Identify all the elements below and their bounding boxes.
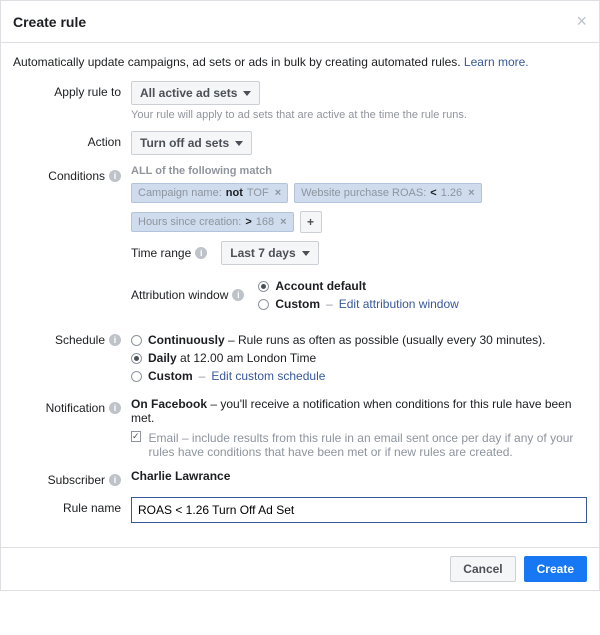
- schedule-option-custom[interactable]: Custom – Edit custom schedule: [131, 369, 587, 383]
- edit-attribution-link[interactable]: Edit attribution window: [339, 297, 459, 311]
- radio-icon: [258, 281, 269, 292]
- caret-down-icon: [302, 251, 310, 256]
- condition-chips: Campaign name: not TOF × Website purchas…: [131, 183, 587, 203]
- email-checkbox[interactable]: ✓: [131, 431, 141, 442]
- attribution-option-custom[interactable]: Custom – Edit attribution window: [258, 297, 458, 311]
- action-row: Action Turn off ad sets: [13, 131, 587, 155]
- info-icon[interactable]: i: [109, 474, 121, 486]
- add-condition-button[interactable]: +: [300, 211, 322, 233]
- rule-name-row: Rule name: [13, 497, 587, 523]
- notification-facebook: On Facebook – you'll receive a notificat…: [131, 397, 587, 425]
- notification-label: Notification i: [13, 397, 131, 415]
- dialog-body: Automatically update campaigns, ad sets …: [1, 43, 599, 547]
- intro-text: Automatically update campaigns, ad sets …: [13, 55, 587, 69]
- conditions-row: Conditions i ALL of the following match …: [13, 165, 587, 319]
- notification-row: Notification i On Facebook – you'll rece…: [13, 397, 587, 459]
- action-dropdown[interactable]: Turn off ad sets: [131, 131, 252, 155]
- apply-rule-row: Apply rule to All active ad sets Your ru…: [13, 81, 587, 121]
- condition-chip[interactable]: Campaign name: not TOF ×: [131, 183, 288, 203]
- cancel-button[interactable]: Cancel: [450, 556, 515, 582]
- time-range-row: Time range i Last 7 days: [131, 241, 587, 265]
- schedule-option-continuous[interactable]: Continuously – Rule runs as often as pos…: [131, 333, 587, 347]
- conditions-label: Conditions i: [13, 165, 131, 183]
- dialog-footer: Cancel Create: [1, 547, 599, 590]
- time-range-dropdown[interactable]: Last 7 days: [221, 241, 318, 265]
- create-rule-dialog: Create rule × Automatically update campa…: [0, 0, 600, 591]
- action-label: Action: [13, 131, 131, 149]
- radio-icon: [131, 353, 142, 364]
- info-icon[interactable]: i: [109, 170, 121, 182]
- condition-chip[interactable]: Website purchase ROAS: < 1.26 ×: [294, 183, 481, 203]
- info-icon[interactable]: i: [109, 334, 121, 346]
- close-icon[interactable]: ×: [280, 216, 286, 228]
- close-icon[interactable]: ×: [468, 187, 474, 199]
- condition-chip[interactable]: Hours since creation: > 168 ×: [131, 212, 294, 232]
- schedule-option-daily[interactable]: Daily at 12.00 am London Time: [131, 351, 587, 365]
- radio-icon: [131, 335, 142, 346]
- rule-name-input[interactable]: [131, 497, 587, 523]
- caret-down-icon: [243, 91, 251, 96]
- learn-more-link[interactable]: Learn more.: [464, 55, 529, 69]
- create-button[interactable]: Create: [524, 556, 587, 582]
- edit-schedule-link[interactable]: Edit custom schedule: [211, 369, 325, 383]
- schedule-label: Schedule i: [13, 329, 131, 347]
- info-icon[interactable]: i: [109, 402, 121, 414]
- close-icon[interactable]: ×: [576, 11, 587, 32]
- time-range-label: Time range i: [131, 246, 207, 260]
- info-icon[interactable]: i: [232, 289, 244, 301]
- attribution-row: Attribution window i Account default Cus…: [131, 275, 587, 315]
- condition-chips-row2: Hours since creation: > 168 × +: [131, 211, 587, 233]
- conditions-sublabel: ALL of the following match: [131, 165, 587, 177]
- apply-dropdown[interactable]: All active ad sets: [131, 81, 260, 105]
- apply-help: Your rule will apply to ad sets that are…: [131, 109, 587, 121]
- schedule-row: Schedule i Continuously – Rule runs as o…: [13, 329, 587, 387]
- rule-name-label: Rule name: [13, 497, 131, 515]
- subscriber-row: Subscriber i Charlie Lawrance: [13, 469, 587, 487]
- dialog-header: Create rule ×: [1, 1, 599, 43]
- subscriber-name: Charlie Lawrance: [131, 469, 230, 483]
- radio-icon: [258, 299, 269, 310]
- close-icon[interactable]: ×: [275, 187, 281, 199]
- dialog-title: Create rule: [13, 14, 86, 30]
- apply-label: Apply rule to: [13, 81, 131, 99]
- subscriber-label: Subscriber i: [13, 469, 131, 487]
- attribution-option-default[interactable]: Account default: [258, 279, 458, 293]
- caret-down-icon: [235, 141, 243, 146]
- notification-email-row: ✓ Email – include results from this rule…: [131, 431, 587, 459]
- info-icon[interactable]: i: [195, 247, 207, 259]
- radio-icon: [131, 371, 142, 382]
- attribution-label: Attribution window i: [131, 288, 244, 302]
